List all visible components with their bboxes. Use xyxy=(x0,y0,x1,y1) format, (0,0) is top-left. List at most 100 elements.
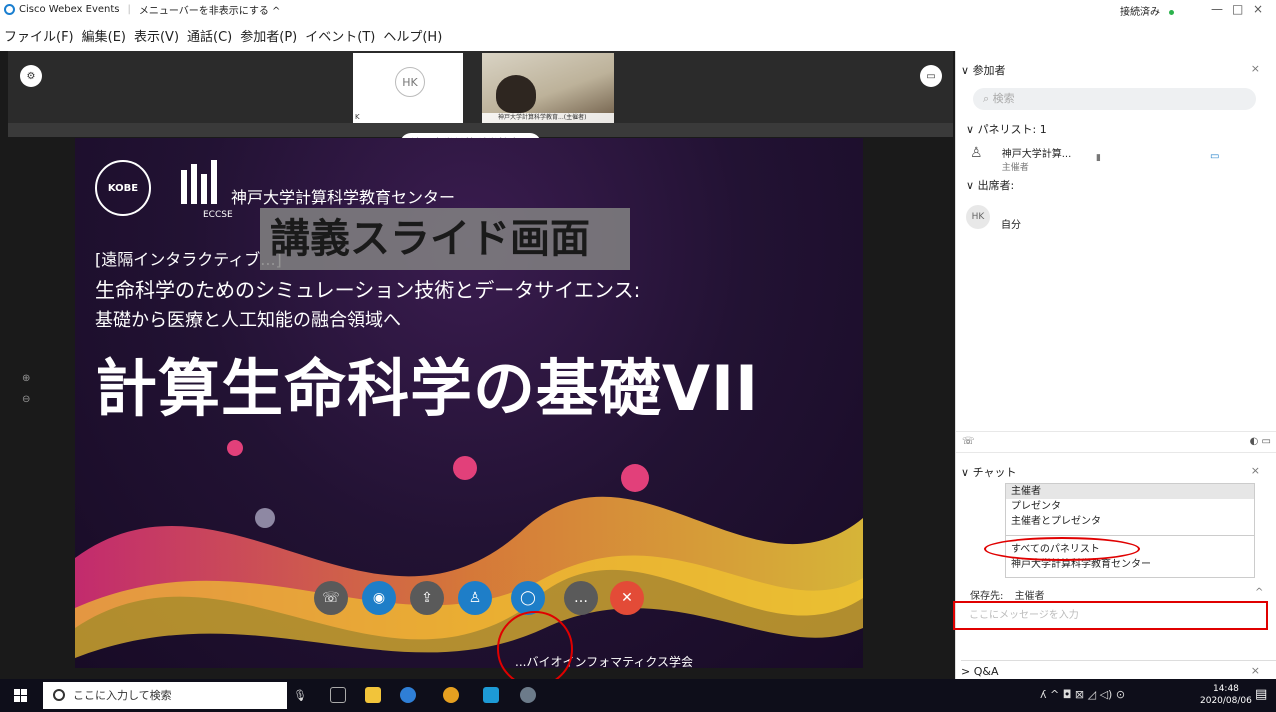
menu-toggle[interactable]: メニューバーを非表示にする ^ xyxy=(139,2,281,17)
menu-file[interactable]: ファイル(F) xyxy=(4,26,74,45)
slide-organization: 神戸大学計算科学教育センター xyxy=(231,188,456,207)
windows-start-icon[interactable] xyxy=(14,689,27,702)
close-window-button[interactable]: × xyxy=(1253,2,1263,16)
clock-time: 14:48 xyxy=(1212,684,1239,694)
annotation-circle xyxy=(497,611,573,687)
taskbar-search-placeholder: ここに入力して検索 xyxy=(73,689,172,702)
connection-dot-icon xyxy=(1169,9,1175,15)
chat-option-host-presenter[interactable]: 主催者とプレゼンタ xyxy=(1006,514,1254,529)
audio-phone-icon[interactable]: ☏ xyxy=(314,581,348,615)
attendee-name[interactable]: 自分 xyxy=(1001,216,1021,231)
connection-status: 接続済み xyxy=(1120,3,1175,18)
slide-subtitle-3: 基礎から医療と人工知能の融合領域へ xyxy=(95,310,401,331)
taskbar-search-input[interactable]: ここに入力して検索 🎙 xyxy=(43,682,307,709)
chat-header[interactable]: ∨ チャット xyxy=(961,464,1016,480)
chat-icon[interactable]: ◯ xyxy=(511,581,545,615)
search-icon: ⌕ xyxy=(983,92,993,105)
annotation-ellipse xyxy=(984,537,1140,561)
settings-icon[interactable]: ⚙ xyxy=(20,65,42,87)
chat-message-input[interactable]: ここにメッセージを入力 xyxy=(953,601,1268,630)
zoom-in-icon[interactable]: ⊕ xyxy=(22,373,44,384)
hk-name: K xyxy=(355,113,360,121)
mic-icon[interactable]: 🎙 xyxy=(293,682,307,709)
leave-meeting-icon[interactable]: ✕ xyxy=(610,581,644,615)
video-tile-host[interactable]: 神戸大学計算科学教育...(主催者) xyxy=(482,53,614,123)
menu-edit[interactable]: 編集(E) xyxy=(82,26,126,45)
edge-icon[interactable] xyxy=(400,687,416,703)
chrome-icon[interactable] xyxy=(443,687,459,703)
chevron-down-icon: ∨ xyxy=(966,179,978,192)
chevron-down-icon: ∨ xyxy=(961,64,973,77)
host-person xyxy=(496,75,536,113)
dna-wave-art xyxy=(75,440,863,658)
panelist-row[interactable]: ♙ 神戸大学計算... 主催者 ▮ ▭ xyxy=(970,145,1219,173)
chat-title: チャット xyxy=(972,466,1017,479)
close-participants-icon[interactable]: × xyxy=(1251,62,1260,75)
chevron-down-icon: ∨ xyxy=(961,466,973,479)
participant-search-input[interactable]: ⌕ 検索 xyxy=(973,88,1256,110)
webex-taskbar-icon[interactable] xyxy=(483,687,499,703)
side-panel: ∨ 参加者 × ⌕ 検索 ∨ パネリスト: 1 ♙ 神戸大学計算... 主催者 … xyxy=(953,51,1276,681)
chevron-right-icon: > xyxy=(961,665,974,678)
chat-option-host[interactable]: 主催者 xyxy=(1006,484,1254,499)
participants-icon[interactable]: ♙ xyxy=(458,581,492,615)
menu-participants[interactable]: 参加者(P) xyxy=(240,26,297,45)
snipping-tool-icon[interactable] xyxy=(520,687,536,703)
kobe-university-logo: KOBE xyxy=(95,160,151,216)
connection-status-label: 接続済み xyxy=(1120,7,1160,18)
panelist-name: 神戸大学計算... xyxy=(1001,149,1072,160)
host-user-icon: ♙ xyxy=(970,145,983,161)
chat-recipient-list: 主催者 プレゼンタ 主催者とプレゼンタ すべてのパネリスト 神戸大学計算科学教育… xyxy=(1005,483,1255,578)
restore-button[interactable]: □ xyxy=(1232,2,1243,16)
menu-help[interactable]: ヘルプ(H) xyxy=(383,26,442,45)
attendees-section[interactable]: ∨ 出席者: xyxy=(966,177,1014,193)
menu-view[interactable]: 表示(V) xyxy=(134,26,179,45)
layout-icon[interactable]: ▭ xyxy=(920,65,942,87)
share-icon[interactable]: ⇪ xyxy=(410,581,444,615)
chevron-up-icon: ^ xyxy=(1255,587,1264,598)
slide-subtitle-2: 生命科学のためのシミュレーション技術とデータサイエンス: xyxy=(95,278,641,302)
clock-date: 2020/08/06 xyxy=(1200,696,1252,706)
qa-title: Q&A xyxy=(973,665,999,678)
minimize-button[interactable]: — xyxy=(1211,2,1223,16)
task-view-icon[interactable] xyxy=(330,687,346,703)
audio-level-icon: ▮ xyxy=(1096,153,1101,163)
search-placeholder: 検索 xyxy=(992,92,1015,105)
video-tile-hk[interactable]: HK K xyxy=(353,53,463,123)
participants-title: 参加者 xyxy=(972,64,1006,77)
chevron-down-icon: ∨ xyxy=(966,123,978,136)
send-to-row[interactable]: 保存先: 主催者 ^ xyxy=(970,587,1263,602)
eccse-logo xyxy=(181,160,217,204)
chat-option-presenter[interactable]: プレゼンタ xyxy=(1006,499,1254,514)
webex-app-icon xyxy=(4,3,15,15)
more-options-icon[interactable]: … xyxy=(564,581,598,615)
video-strip: ⚙ HK K 神戸大学計算科学教育...(主催者) ▭ xyxy=(8,51,953,123)
notification-icon[interactable]: ▤ xyxy=(1255,687,1267,702)
menu-event[interactable]: イベント(T) xyxy=(305,26,375,45)
close-qa-icon[interactable]: × xyxy=(1251,664,1260,677)
attendees-title: 出席者: xyxy=(977,179,1015,192)
title-separator: | xyxy=(127,3,131,15)
taskbar-clock[interactable]: 14:48 2020/08/06 xyxy=(1200,683,1252,707)
app-title: Cisco Webex Events xyxy=(19,3,120,15)
file-explorer-icon[interactable] xyxy=(365,687,381,703)
hk-avatar: HK xyxy=(395,67,425,97)
menu-call[interactable]: 通話(C) xyxy=(187,26,232,45)
title-bar: Cisco Webex Events | メニューバーを非表示にする ^ 接続済… xyxy=(0,0,1276,18)
host-video-label: 神戸大学計算科学教育...(主催者) xyxy=(482,113,614,123)
system-tray-icons[interactable]: ʎ ^ ◘ ⊠ ◿ ◁) ⊙ xyxy=(1040,688,1125,701)
zoom-out-icon[interactable]: ⊖ xyxy=(22,394,44,405)
meeting-toolbar: ☏ ◉ ⇪ ♙ ◯ … ✕ xyxy=(314,581,654,617)
dial-icon[interactable]: ☏ xyxy=(962,436,975,447)
cortana-icon xyxy=(53,689,65,701)
panelist-role: 主催者 xyxy=(1001,163,1029,173)
qa-header[interactable]: > Q&A xyxy=(961,660,1276,678)
close-chat-icon[interactable]: × xyxy=(1251,464,1260,477)
participants-header[interactable]: ∨ 参加者 xyxy=(961,62,1006,78)
video-camera-icon: ▭ xyxy=(1210,151,1220,162)
panelists-section[interactable]: ∨ パネリスト: 1 xyxy=(966,121,1047,137)
windows-taskbar: ここに入力して検索 🎙 ʎ ^ ◘ ⊠ ◿ ◁) ⊙ 14:48 2020/08… xyxy=(0,679,1276,712)
slide-subtitle-1: [遠隔インタラクティブ...] xyxy=(95,250,282,269)
broadcast-icon[interactable]: ◉ xyxy=(362,581,396,615)
panel-options-icon[interactable]: ◐ ▭ xyxy=(1250,436,1271,447)
